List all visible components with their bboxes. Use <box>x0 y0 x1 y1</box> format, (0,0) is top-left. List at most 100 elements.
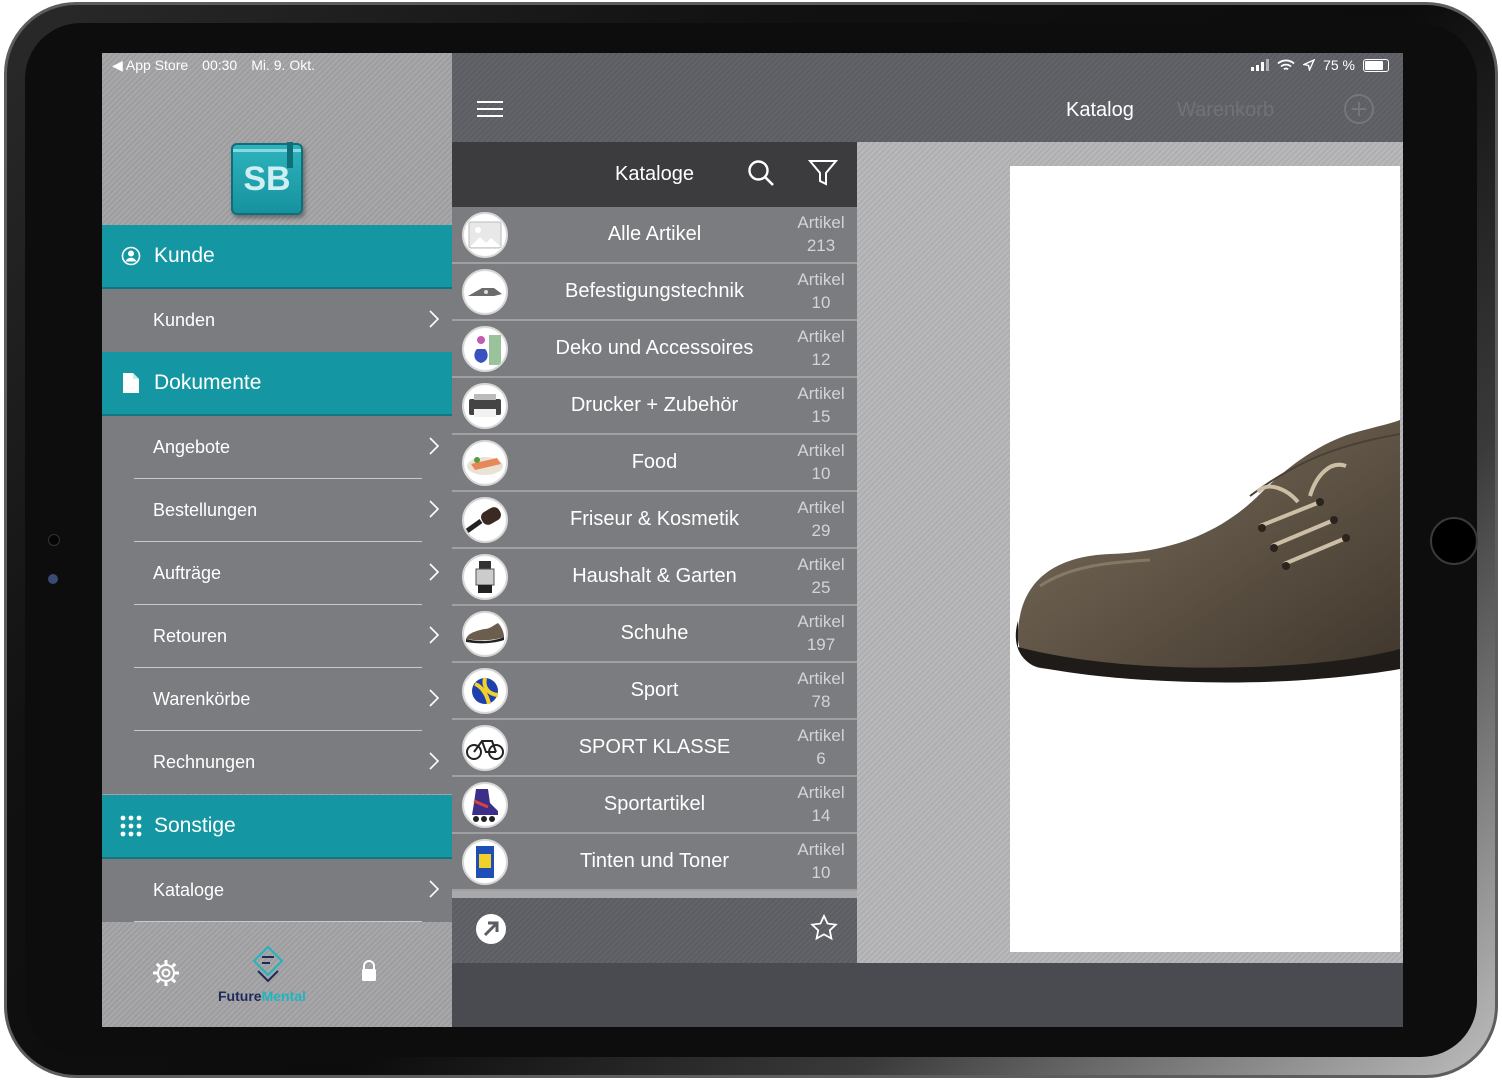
sidebar-item-kunden[interactable]: Kunden <box>102 289 452 352</box>
status-left: ◀ App Store 00:30 Mi. 9. Okt. <box>112 57 315 74</box>
catalog-count-value: 213 <box>806 236 836 255</box>
catalog-row-befestigungstechnik[interactable]: Befestigungstechnik Artikel 10 <box>452 264 857 321</box>
screen: SB Kunde Kunden Dokumente Angebote Beste… <box>102 53 1403 1027</box>
brand-text-part1: Future <box>218 988 262 1004</box>
app-logo-text: SB <box>243 159 291 198</box>
chevron-right-icon <box>429 500 440 518</box>
battery-percentage: 75 % <box>1323 57 1355 73</box>
sidebar-item-label: Kataloge <box>153 880 225 900</box>
catalog-row-sportartikel[interactable]: Sportartikel Artikel 14 <box>452 777 857 834</box>
ambient-sensor <box>48 574 58 584</box>
catalog-count-label: Artikel <box>797 327 845 346</box>
catalog-row-tinten[interactable]: Tinten und Toner Artikel 10 <box>452 834 857 891</box>
catalog-count-value: 10 <box>811 863 831 882</box>
gear-icon[interactable] <box>152 959 180 987</box>
catalog-count-value: 197 <box>806 635 836 654</box>
search-icon[interactable] <box>746 158 776 188</box>
sidebar-item-rechnungen[interactable]: Rechnungen <box>102 731 452 794</box>
home-button[interactable] <box>1430 517 1478 565</box>
catalog-row-sport[interactable]: Sport Artikel 78 <box>452 663 857 720</box>
section-label: Kunde <box>154 244 215 267</box>
sidebar-item-kataloge[interactable]: Kataloge <box>102 859 452 922</box>
catalog-count: Artikel 197 <box>791 610 851 656</box>
shoe-product-image <box>1015 420 1401 683</box>
catalog-row-friseur[interactable]: Friseur & Kosmetik Artikel 29 <box>452 492 857 549</box>
star-icon[interactable] <box>810 914 838 942</box>
divider <box>134 921 422 922</box>
chevron-right-icon <box>429 563 440 581</box>
catalog-count-label: Artikel <box>797 612 845 631</box>
sidebar-item-warenkoerbe[interactable]: Warenkörbe <box>102 668 452 731</box>
catalog-list-panel: Kataloge Alle Artikel Artikel 213 Befest… <box>452 142 857 963</box>
tab-warenkorb[interactable]: Warenkorb <box>1177 99 1274 122</box>
sidebar-footer: FutureMental <box>102 935 452 1027</box>
catalog-count-label: Artikel <box>797 270 845 289</box>
bottom-bar <box>452 963 1403 1027</box>
catalog-row-alle-artikel[interactable]: Alle Artikel Artikel 213 <box>452 207 857 264</box>
catalog-row-sport-klasse[interactable]: SPORT KLASSE Artikel 6 <box>452 720 857 777</box>
catalog-count-label: Artikel <box>797 213 845 232</box>
app-logo: SB <box>231 142 303 215</box>
grid-icon <box>120 815 142 837</box>
back-to-app-link[interactable]: ◀ App Store <box>112 57 188 74</box>
sidebar-item-label: Rechnungen <box>153 752 256 772</box>
catalog-row-food[interactable]: Food Artikel 10 <box>452 435 857 492</box>
add-circle-icon[interactable] <box>1343 93 1375 125</box>
section-header-sonstige: Sonstige <box>102 795 452 859</box>
catalog-count-value: 6 <box>816 749 826 768</box>
catalog-list-footer <box>452 898 857 963</box>
sidebar-item-angebote[interactable]: Angebote <box>102 416 452 479</box>
catalog-row-deko[interactable]: Deko und Accessoires Artikel 12 <box>452 321 857 378</box>
hamburger-menu-icon[interactable] <box>476 99 504 119</box>
catalog-count-value: 25 <box>811 578 831 597</box>
sidebar-item-label: Aufträge <box>153 563 222 583</box>
catalog-row-drucker[interactable]: Drucker + Zubehör Artikel 15 <box>452 378 857 435</box>
product-detail-area <box>857 142 1403 963</box>
tab-katalog[interactable]: Katalog <box>1066 99 1134 122</box>
catalog-count-label: Artikel <box>797 498 845 517</box>
catalog-row-schuhe[interactable]: Schuhe Artikel 197 <box>452 606 857 663</box>
lock-icon[interactable] <box>360 959 378 983</box>
catalog-row-haushalt[interactable]: Haushalt & Garten Artikel 25 <box>452 549 857 606</box>
open-external-icon[interactable] <box>474 912 508 946</box>
user-circle-icon <box>120 245 142 267</box>
section-label: Dokumente <box>154 371 262 394</box>
status-date: Mi. 9. Okt. <box>251 57 315 73</box>
catalog-count-value: 14 <box>811 806 831 825</box>
catalog-count: Artikel 10 <box>791 838 851 884</box>
sidebar-item-bestellungen[interactable]: Bestellungen <box>102 479 452 542</box>
catalog-count: Artikel 213 <box>791 211 851 257</box>
status-bar: ◀ App Store 00:30 Mi. 9. Okt. 75 % <box>102 53 1403 79</box>
signal-icon <box>1251 59 1270 71</box>
sidebar-item-label: Bestellungen <box>153 500 258 520</box>
front-camera <box>48 534 60 546</box>
catalog-count-value: 15 <box>811 407 831 426</box>
sidebar-item-label: Angebote <box>153 437 231 457</box>
catalog-count-label: Artikel <box>797 555 845 574</box>
catalog-count: Artikel 14 <box>791 781 851 827</box>
catalog-count: Artikel 25 <box>791 553 851 599</box>
catalog-count-label: Artikel <box>797 441 845 460</box>
filter-icon[interactable] <box>808 158 838 188</box>
catalog-count-label: Artikel <box>797 669 845 688</box>
catalog-count: Artikel 12 <box>791 325 851 371</box>
status-time: 00:30 <box>202 57 238 73</box>
product-image-card[interactable] <box>1010 166 1401 952</box>
battery-fill <box>1365 60 1383 70</box>
section-header-dokumente: Dokumente <box>102 352 452 416</box>
status-right: 75 % <box>1251 57 1389 73</box>
location-arrow-icon <box>1303 59 1316 71</box>
catalog-count-value: 78 <box>811 692 831 711</box>
catalog-count-label: Artikel <box>797 384 845 403</box>
catalog-list: Alle Artikel Artikel 213 Befestigungstech… <box>452 207 857 891</box>
catalog-count: Artikel 15 <box>791 382 851 428</box>
wifi-icon <box>1277 59 1295 70</box>
catalog-count-label: Artikel <box>797 840 845 859</box>
sidebar-item-retouren[interactable]: Retouren <box>102 605 452 668</box>
sidebar-item-auftraege[interactable]: Aufträge <box>102 542 452 605</box>
catalog-count-value: 10 <box>811 293 831 312</box>
catalog-count: Artikel 10 <box>791 268 851 314</box>
catalog-count: Artikel 6 <box>791 724 851 770</box>
catalog-count: Artikel 78 <box>791 667 851 713</box>
catalog-list-header: Kataloge <box>452 142 857 207</box>
